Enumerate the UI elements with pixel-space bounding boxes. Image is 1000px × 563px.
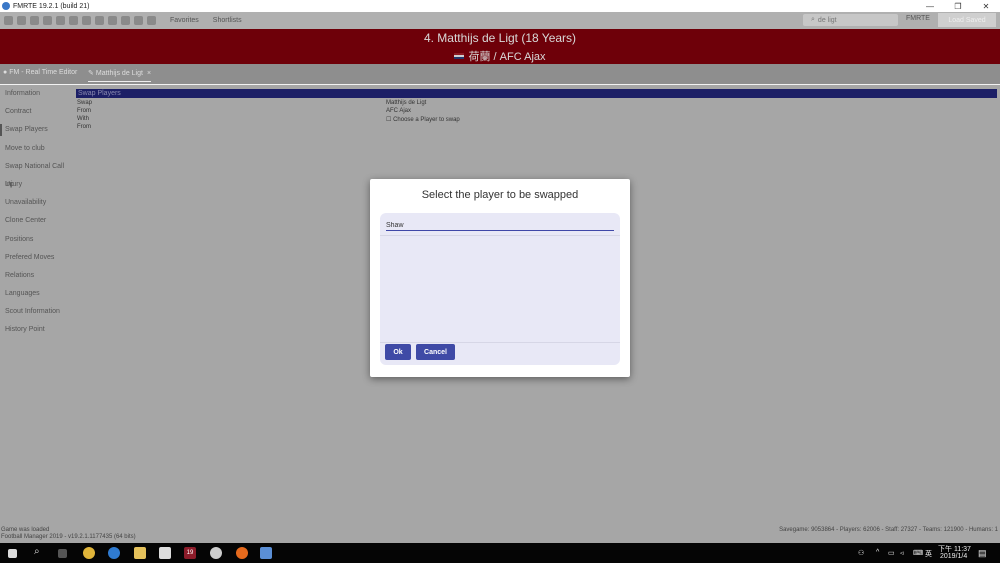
stadium-icon[interactable] bbox=[121, 16, 130, 25]
dialog-body: Ok Cancel bbox=[380, 213, 620, 365]
from-row-label: From bbox=[77, 108, 91, 114]
from2-row-label: From bbox=[77, 124, 91, 130]
dialog-title: Select the player to be swapped bbox=[421, 189, 579, 201]
windows-start-icon[interactable] bbox=[8, 549, 17, 558]
status-line-2: Football Manager 2019 - v19.2.1.1177435 … bbox=[1, 534, 136, 540]
cancel-button[interactable]: Cancel bbox=[416, 344, 455, 360]
tab-bar: ● FM - Real Time Editor ✎ Matthijs de Li… bbox=[0, 64, 1000, 84]
ime-icon[interactable]: ⌨ bbox=[913, 549, 923, 557]
select-player-dialog: Select the player to be swapped Ok Cance… bbox=[370, 179, 630, 377]
sidebar-item-contract[interactable]: Contract bbox=[0, 103, 73, 121]
close-window-button[interactable]: ✕ bbox=[972, 0, 1000, 12]
search-value: de ligt bbox=[817, 16, 837, 24]
sidebar-item-injury[interactable]: Injury bbox=[0, 176, 73, 194]
close-tab-icon[interactable]: × bbox=[147, 70, 151, 77]
tray-expand-icon[interactable]: ^ bbox=[876, 549, 879, 556]
search-icon: ⌕ bbox=[811, 16, 815, 23]
app-logo-icon bbox=[2, 2, 10, 10]
clock-date[interactable]: 2019/1/4 bbox=[940, 553, 967, 560]
toolbar: Favorites Shortlists ⌕ de ligt FMRTE Loa… bbox=[0, 12, 1000, 29]
sidebar-item-unavailability[interactable]: Unavailability bbox=[0, 194, 73, 212]
window-controls: — ❐ ✕ bbox=[916, 0, 1000, 12]
search-input[interactable]: ⌕ de ligt bbox=[803, 14, 898, 26]
staff-icon[interactable] bbox=[95, 16, 104, 25]
player-banner: 4. Matthijs de Ligt (18 Years) 荷蘭 / AFC … bbox=[0, 29, 1000, 64]
firefox-icon[interactable] bbox=[236, 547, 248, 559]
competition-icon[interactable] bbox=[108, 16, 117, 25]
sidebar-item-positions[interactable]: Positions bbox=[0, 231, 73, 249]
sidebar-item-swap-national-call-up[interactable]: Swap National Call Up bbox=[0, 158, 73, 188]
settings-icon[interactable] bbox=[134, 16, 143, 25]
football-manager-icon[interactable]: 19 bbox=[184, 547, 196, 559]
notification-icon[interactable]: ▤ bbox=[978, 548, 987, 559]
player-icon[interactable] bbox=[82, 16, 91, 25]
favorites-link[interactable]: Favorites bbox=[170, 17, 199, 24]
tab-label: Matthijs de Ligt bbox=[95, 69, 143, 77]
swap-section-header: Swap Players bbox=[76, 89, 997, 98]
player-tab-icon: ✎ bbox=[88, 70, 94, 77]
mail-icon[interactable] bbox=[159, 547, 171, 559]
network-icon[interactable]: ▭ bbox=[888, 549, 895, 557]
player-nation-club: 荷蘭 / AFC Ajax bbox=[0, 48, 1000, 64]
nation-club-text: 荷蘭 / AFC Ajax bbox=[468, 51, 546, 63]
chrome-icon[interactable] bbox=[83, 547, 95, 559]
fmrte-taskbar-icon[interactable] bbox=[260, 547, 272, 559]
save-icon[interactable] bbox=[17, 16, 26, 25]
monitor-icon[interactable] bbox=[30, 16, 39, 25]
minimize-button[interactable]: — bbox=[916, 0, 944, 12]
load-save-button[interactable]: Load Saved bbox=[938, 13, 996, 27]
choose-player-icon: ☐ bbox=[386, 117, 392, 123]
windows-taskbar: ⌕ 19 ⚇ ^ ▭ ◃ ⌨ 英 下午 11:37 2019/1/4 ▤ bbox=[0, 543, 1000, 563]
tab-player[interactable]: ✎ Matthijs de Ligt × bbox=[88, 69, 152, 82]
home-icon[interactable] bbox=[4, 16, 13, 25]
app-g-icon[interactable] bbox=[210, 547, 222, 559]
swap-row-value: Matthijs de Ligt bbox=[386, 100, 427, 106]
search-taskbar-icon[interactable]: ⌕ bbox=[34, 546, 46, 558]
status-bar: Game was loaded Football Manager 2019 - … bbox=[0, 527, 1000, 543]
sidebar-item-languages[interactable]: Languages bbox=[0, 285, 73, 303]
player-header: 4. Matthijs de Ligt (18 Years) bbox=[423, 31, 577, 45]
ok-button[interactable]: Ok bbox=[385, 344, 411, 360]
with-row-label: With bbox=[77, 116, 89, 122]
task-view-icon[interactable] bbox=[58, 549, 67, 558]
player-results-list[interactable] bbox=[380, 235, 620, 343]
maximize-button[interactable]: ❐ bbox=[944, 0, 972, 12]
edge-icon[interactable] bbox=[108, 547, 120, 559]
sidebar-item-relations[interactable]: Relations bbox=[0, 267, 73, 285]
choose-player-link[interactable]: ☐ Choose a Player to swap bbox=[386, 116, 460, 123]
choose-player-text: Choose a Player to swap bbox=[393, 117, 460, 123]
shield-icon[interactable] bbox=[69, 16, 78, 25]
message-icon[interactable] bbox=[147, 16, 156, 25]
sidebar-item-clone-center[interactable]: Clone Center bbox=[0, 212, 73, 230]
tab-real-time-editor[interactable]: ● FM - Real Time Editor bbox=[3, 69, 77, 76]
volume-icon[interactable]: ◃ bbox=[900, 549, 904, 557]
status-line-1: Game was loaded bbox=[1, 527, 50, 533]
window-title-bar: FMRTE 19.2.1 (build 21) — ❐ ✕ bbox=[0, 0, 1000, 12]
shortlists-link[interactable]: Shortlists bbox=[213, 17, 242, 24]
refresh-icon[interactable] bbox=[43, 16, 52, 25]
fmrte-menu[interactable]: FMRTE bbox=[906, 15, 930, 22]
globe-icon[interactable] bbox=[56, 16, 65, 25]
sidebar-item-history-point[interactable]: History Point bbox=[0, 321, 73, 339]
sidebar-item-swap-players[interactable]: Swap Players bbox=[0, 121, 73, 139]
fm-icon: ● bbox=[3, 69, 8, 76]
player-search-input[interactable] bbox=[386, 220, 614, 231]
people-icon[interactable]: ⚇ bbox=[858, 549, 864, 557]
sidebar-item-move-to-club[interactable]: Move to club bbox=[0, 140, 73, 158]
tab-label: FM - Real Time Editor bbox=[9, 69, 78, 76]
netherlands-flag-icon bbox=[454, 53, 465, 59]
swap-row-label: Swap bbox=[77, 100, 93, 106]
sidebar-item-prefered-moves[interactable]: Prefered Moves bbox=[0, 249, 73, 267]
from-row-value: AFC Ajax bbox=[386, 108, 412, 114]
file-explorer-icon[interactable] bbox=[134, 547, 146, 559]
language-indicator[interactable]: 英 bbox=[925, 549, 932, 559]
sidebar-item-information[interactable]: Information bbox=[0, 85, 73, 103]
window-title: FMRTE 19.2.1 (build 21) bbox=[13, 2, 90, 10]
sidebar-item-scout-information[interactable]: Scout Information bbox=[0, 303, 73, 321]
status-right: Savegame: 9053864 - Players: 62006 - Sta… bbox=[779, 527, 998, 533]
sidebar: Information Contract Swap Players Move t… bbox=[0, 85, 73, 528]
